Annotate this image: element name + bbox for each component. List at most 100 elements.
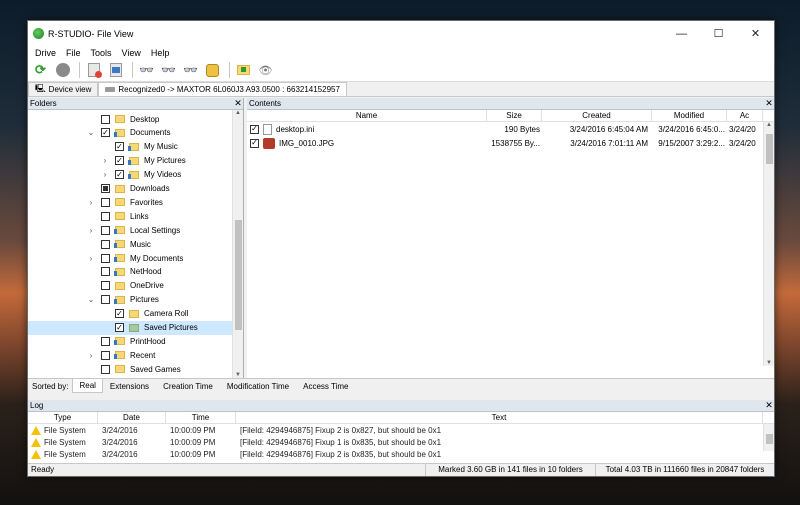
folders-close-icon[interactable]: ✕ [233, 98, 243, 109]
collapse-chevron-icon[interactable]: ⌄ [86, 128, 96, 137]
expand-chevron-icon[interactable]: › [100, 170, 110, 179]
title-bar[interactable]: R-STUDIO- File View — ☐ ✕ [28, 21, 774, 46]
folder-checkbox[interactable] [101, 225, 110, 235]
tab-device-view[interactable]: 🖳 Device view [28, 82, 99, 96]
log-scroll-thumb[interactable] [766, 434, 773, 444]
menu-view[interactable]: View [117, 48, 146, 58]
sort-tab-extensions[interactable]: Extensions [103, 379, 156, 393]
folder-tree-item[interactable]: ⌄ Pictures [28, 293, 233, 307]
folder-checkbox[interactable] [101, 197, 110, 207]
folder-tree-item[interactable]: › My Documents [28, 251, 233, 265]
folder-tree-item[interactable]: Music [28, 237, 233, 251]
folder-checkbox[interactable] [101, 295, 110, 305]
file-checkbox[interactable]: ✓ [250, 138, 259, 148]
expand-chevron-icon[interactable]: › [86, 254, 96, 263]
folder-checkbox[interactable] [101, 267, 110, 277]
folder-checkbox[interactable] [101, 281, 110, 291]
folder-checkbox[interactable]: ✓ [115, 309, 124, 319]
file-checkbox[interactable]: ✓ [250, 124, 259, 134]
folder-tree-item[interactable]: OneDrive [28, 279, 233, 293]
log-column-time[interactable]: Time [166, 412, 236, 423]
folder-tree-item[interactable]: Desktop [28, 112, 233, 126]
folder-tree-item[interactable]: ✓ Camera Roll [28, 307, 233, 321]
folder-tree-item[interactable]: PrintHood [28, 334, 233, 348]
folder-tree-item[interactable]: ⌄ ✓ Documents [28, 126, 233, 140]
sort-tab-access-time[interactable]: Access Time [296, 379, 355, 393]
column-size[interactable]: Size [487, 110, 542, 121]
stop-icon[interactable] [53, 61, 72, 80]
expand-chevron-icon[interactable]: › [86, 226, 96, 235]
tab-recognized-drive[interactable]: Recognized0 -> MAXTOR 6L060J3 A93.0500 :… [98, 82, 347, 96]
column-name[interactable]: Name [247, 110, 487, 121]
folders-scrollbar[interactable]: ▲ ▼ [232, 110, 243, 378]
folder-tree-item[interactable]: › Recent [28, 348, 233, 362]
minimize-button[interactable]: — [663, 21, 700, 46]
log-close-icon[interactable]: ✕ [764, 400, 774, 411]
open-drive-icon[interactable] [84, 61, 103, 80]
menu-drive[interactable]: Drive [30, 48, 61, 58]
file-row[interactable]: ✓ IMG_0010.JPG 1538755 By... 3/24/2016 7:01… [247, 136, 774, 150]
folder-tree-item[interactable]: NetHood [28, 265, 233, 279]
folder-checkbox[interactable] [101, 239, 110, 249]
folder-tree-item[interactable]: › ✓ My Videos [28, 168, 233, 182]
folder-checkbox[interactable]: ✓ [101, 128, 110, 138]
folder-checkbox[interactable]: ✓ [115, 142, 124, 152]
column-created[interactable]: Created [542, 110, 652, 121]
log-row[interactable]: File System 3/24/2016 10:00:09 PM [FileId: … [28, 424, 774, 436]
column-accessed[interactable]: Ac [727, 110, 763, 121]
column-modified[interactable]: Modified [652, 110, 727, 121]
folder-tree-item[interactable]: › ✓ My Pictures [28, 154, 233, 168]
scan-icon[interactable] [106, 61, 125, 80]
folder-tree-item[interactable]: ✓ My Music [28, 140, 233, 154]
folder-tree-item[interactable]: › Local Settings [28, 223, 233, 237]
log-vscroll[interactable] [763, 424, 774, 451]
folders-scroll-thumb[interactable] [235, 220, 242, 330]
find-icon[interactable]: 👓 [137, 61, 156, 80]
folder-checkbox[interactable]: ✓ [115, 323, 124, 332]
sort-tab-creation-time[interactable]: Creation Time [156, 379, 220, 393]
folder-checkbox[interactable]: ✓ [115, 170, 124, 180]
scroll-up-icon[interactable]: ▲ [764, 122, 774, 128]
preview-icon[interactable]: 👁 [256, 61, 275, 80]
mark-icon[interactable] [203, 61, 222, 80]
folder-checkbox[interactable] [101, 211, 110, 221]
log-column-text[interactable]: Text [236, 412, 763, 423]
scroll-up-icon[interactable]: ▲ [233, 110, 243, 116]
find-next-icon[interactable]: 👓 [159, 61, 178, 80]
collapse-chevron-icon[interactable]: ⌄ [86, 295, 96, 304]
contents-scroll-thumb[interactable] [766, 134, 773, 164]
sort-tab-modification-time[interactable]: Modification Time [220, 379, 296, 393]
log-row[interactable]: File System 3/24/2016 10:00:09 PM [FileId: … [28, 448, 774, 460]
expand-chevron-icon[interactable]: › [86, 198, 96, 207]
maximize-button[interactable]: ☐ [700, 21, 737, 46]
folder-checkbox[interactable] [101, 184, 110, 193]
close-button[interactable]: ✕ [737, 21, 774, 46]
expand-chevron-icon[interactable]: › [100, 156, 110, 165]
folder-checkbox[interactable] [101, 253, 110, 263]
log-row[interactable]: File System 3/24/2016 10:00:09 PM [FileId: … [28, 436, 774, 448]
folder-checkbox[interactable] [101, 350, 110, 360]
file-row[interactable]: ✓ desktop.ini 190 Bytes 3/24/2016 6:45:04 A… [247, 122, 774, 136]
menu-file[interactable]: File [61, 48, 86, 58]
recover-icon[interactable] [234, 61, 253, 80]
log-column-date[interactable]: Date [98, 412, 166, 423]
folder-checkbox[interactable] [101, 364, 110, 374]
sort-tab-real[interactable]: Real [72, 379, 103, 393]
contents-vscroll[interactable]: ▲ ▼ [763, 122, 774, 366]
folder-tree-item[interactable]: ✓ Saved Pictures [28, 320, 233, 335]
scroll-down-icon[interactable]: ▼ [764, 360, 774, 366]
expand-chevron-icon[interactable]: › [86, 351, 96, 360]
log-column-type[interactable]: Type [28, 412, 98, 423]
folder-tree-item[interactable]: Downloads [28, 182, 233, 196]
folder-tree-item[interactable]: › Favorites [28, 195, 233, 209]
contents-close-icon[interactable]: ✕ [764, 98, 774, 109]
folder-tree-item[interactable]: Links [28, 209, 233, 223]
folder-checkbox[interactable] [101, 336, 110, 346]
refresh-icon[interactable]: ⟳ [31, 61, 50, 80]
menu-help[interactable]: Help [146, 48, 175, 58]
folder-checkbox[interactable]: ✓ [115, 156, 124, 166]
folder-tree-item[interactable]: Saved Games [28, 362, 233, 376]
menu-tools[interactable]: Tools [86, 48, 117, 58]
folder-checkbox[interactable] [101, 114, 110, 124]
find-previous-icon[interactable]: 👓 [181, 61, 200, 80]
